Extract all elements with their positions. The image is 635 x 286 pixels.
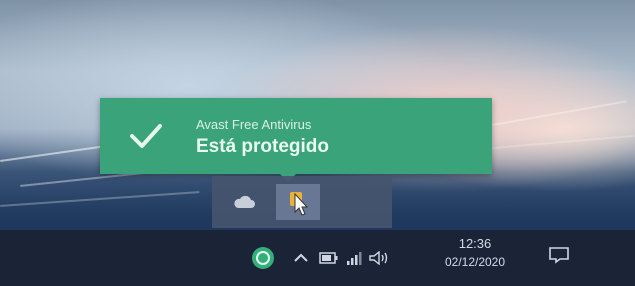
cloud-drive-icon bbox=[234, 195, 255, 208]
cloud-drive-tray-item[interactable] bbox=[222, 184, 266, 220]
clock-date: 02/12/2020 bbox=[444, 255, 506, 269]
action-center-button[interactable] bbox=[548, 246, 570, 264]
taskbar bbox=[0, 230, 635, 286]
network-button[interactable] bbox=[344, 248, 364, 268]
toast-message: Está protegido bbox=[196, 136, 330, 157]
volume-button[interactable] bbox=[368, 248, 390, 268]
avast-tray-button[interactable] bbox=[250, 245, 276, 271]
pointer-app-icon bbox=[290, 192, 309, 216]
toast-title: Avast Free Antivirus bbox=[196, 117, 312, 132]
taskbar-clock[interactable]: 12:36 02/12/2020 bbox=[430, 236, 520, 269]
chevron-up-icon bbox=[294, 253, 308, 262]
network-icon bbox=[347, 252, 362, 265]
clock-time: 12:36 bbox=[458, 236, 492, 251]
checkmark-icon bbox=[130, 124, 162, 148]
show-hidden-icons-button[interactable] bbox=[292, 248, 310, 268]
avast-icon bbox=[252, 247, 274, 269]
notification-icon bbox=[549, 247, 569, 264]
volume-icon bbox=[369, 251, 388, 265]
pointer-app-tray-item[interactable] bbox=[276, 184, 320, 220]
battery-icon bbox=[319, 252, 338, 264]
avast-notification-toast[interactable]: Avast Free Antivirus Está protegido bbox=[100, 98, 492, 182]
battery-button[interactable] bbox=[318, 248, 340, 268]
hidden-icons-popup bbox=[212, 176, 392, 228]
